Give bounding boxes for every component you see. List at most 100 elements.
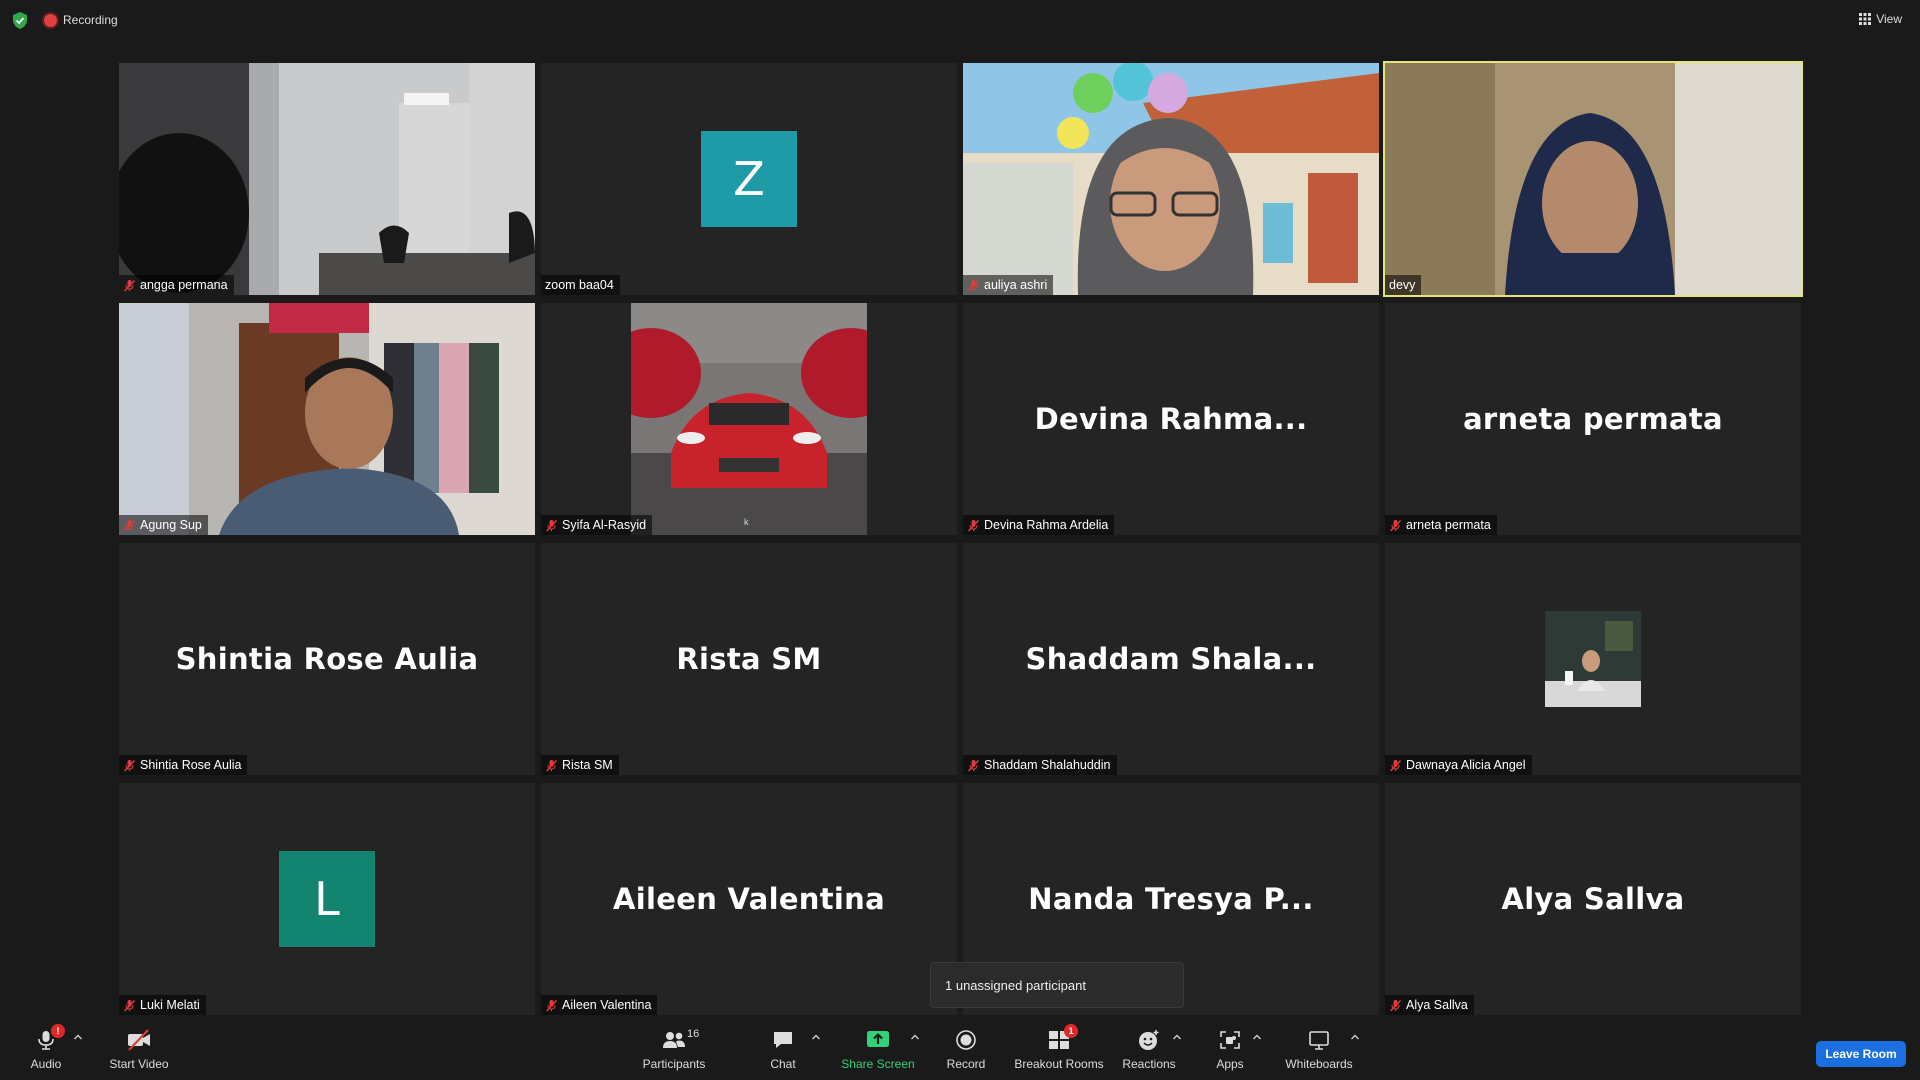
microphone-icon: ! <box>33 1023 65 1052</box>
participant-name: zoom baa04 <box>545 278 614 292</box>
breakout-rooms-button[interactable]: 1 Breakout Rooms <box>1012 1018 1106 1080</box>
participant-name-tag: Luki Melati <box>119 995 206 1015</box>
reactions-options-caret-icon[interactable] <box>1172 1032 1182 1042</box>
whiteboards-label: Whiteboards <box>1285 1056 1353 1071</box>
reactions-label: Reactions <box>1122 1056 1176 1071</box>
participant-video <box>963 63 1379 295</box>
participant-name: Shintia Rose Aulia <box>140 758 242 772</box>
participant-avatar: L <box>279 851 375 947</box>
participant-tile[interactable]: Shintia Rose Aulia Shintia Rose Aulia <box>119 543 535 775</box>
participant-count: 16 <box>687 1027 700 1040</box>
record-button[interactable]: Record <box>942 1018 990 1080</box>
view-button[interactable]: View <box>1859 12 1902 26</box>
participant-name: Alya Sallva <box>1406 998 1468 1012</box>
participant-video <box>119 63 535 295</box>
participant-name-tag: Dawnaya Alicia Angel <box>1385 755 1532 775</box>
apps-options-caret-icon[interactable] <box>1252 1032 1262 1042</box>
unassigned-participant-popup[interactable]: 1 unassigned participant <box>930 962 1184 1008</box>
participant-name-tag: devy <box>1385 275 1422 295</box>
share-screen-icon <box>865 1028 891 1052</box>
participant-profile-picture <box>1545 611 1641 707</box>
participant-name-tag: arneta permata <box>1385 515 1497 535</box>
participant-video <box>1385 63 1801 295</box>
participant-display-name: arneta permata <box>1463 402 1723 436</box>
participant-tile[interactable]: auliya ashri <box>963 63 1379 295</box>
grid-view-icon <box>1859 13 1872 25</box>
chat-options-caret-icon[interactable] <box>811 1032 821 1042</box>
participant-tile[interactable]: arneta permata arneta permata <box>1385 303 1801 535</box>
participant-name-tag: zoom baa04 <box>541 275 620 295</box>
participant-tile[interactable]: Rista SM Rista SM <box>541 543 957 775</box>
participant-tile[interactable]: L Luki Melati <box>119 783 535 1015</box>
participant-tile[interactable]: Agung Sup <box>119 303 535 535</box>
microphone-muted-icon <box>1389 759 1402 771</box>
record-dot-icon <box>44 13 57 27</box>
breakout-rooms-badge: 1 <box>1064 1023 1078 1038</box>
whiteboards-options-caret-icon[interactable] <box>1350 1032 1360 1042</box>
smiley-icon <box>1136 1028 1162 1052</box>
apps-label: Apps <box>1216 1056 1244 1071</box>
audio-button[interactable]: ! Audio <box>26 1018 66 1080</box>
apps-icon <box>1217 1028 1243 1052</box>
security-shield-icon[interactable] <box>12 12 28 29</box>
participant-tile-active-speaker[interactable]: devy <box>1383 61 1803 297</box>
leave-room-button[interactable]: Leave Room <box>1816 1041 1906 1067</box>
participant-tile[interactable]: Devina Rahma... Devina Rahma Ardelia <box>963 303 1379 535</box>
chat-button[interactable]: Chat <box>763 1018 803 1080</box>
participant-name: auliya ashri <box>984 278 1048 292</box>
gallery-grid: angga permana Z zoom baa04 auliya ashri … <box>119 61 1803 1015</box>
participant-display-name: Shaddam Shala... <box>1025 642 1317 676</box>
participants-icon: 16 <box>661 1028 699 1052</box>
microphone-muted-icon <box>967 759 980 771</box>
audio-warning-badge: ! <box>51 1023 65 1038</box>
apps-button[interactable]: Apps <box>1210 1018 1250 1080</box>
participant-name: Luki Melati <box>140 998 200 1012</box>
microphone-muted-icon <box>545 759 558 771</box>
microphone-muted-icon <box>1389 519 1402 531</box>
reactions-button[interactable]: Reactions <box>1120 1018 1178 1080</box>
participant-tile[interactable]: Alya Sallva Alya Sallva <box>1385 783 1801 1015</box>
participant-avatar: Z <box>701 131 797 227</box>
participant-tile[interactable]: k Syifa Al-Rasyid <box>541 303 957 535</box>
microphone-muted-icon <box>967 279 980 291</box>
participant-name-tag: Aileen Valentina <box>541 995 658 1015</box>
video-off-icon <box>126 1028 152 1052</box>
participant-display-name: Rista SM <box>676 642 822 676</box>
popup-text: 1 unassigned participant <box>945 977 1086 993</box>
participant-display-name: Alya Sallva <box>1501 882 1685 916</box>
participant-name: Syifa Al-Rasyid <box>562 518 647 532</box>
participant-name-tag: Syifa Al-Rasyid <box>541 515 653 535</box>
participant-tile[interactable]: Z zoom baa04 <box>541 63 957 295</box>
top-bar: Recording View <box>0 0 1920 40</box>
participant-tile[interactable]: Shaddam Shala... Shaddam Shalahuddin <box>963 543 1379 775</box>
recording-indicator[interactable]: Recording <box>44 12 118 28</box>
participant-name-tag: Agung Sup <box>119 515 208 535</box>
whiteboard-icon <box>1306 1028 1332 1052</box>
participant-profile-picture <box>631 303 867 535</box>
audio-options-caret-icon[interactable] <box>73 1032 83 1042</box>
microphone-muted-icon <box>967 519 980 531</box>
share-options-caret-icon[interactable] <box>910 1032 920 1042</box>
recording-label: Recording <box>63 13 118 27</box>
picture-caption: k <box>744 517 749 527</box>
participant-tile[interactable]: angga permana <box>119 63 535 295</box>
share-screen-button[interactable]: Share Screen <box>838 1018 918 1080</box>
participant-tile[interactable]: Dawnaya Alicia Angel <box>1385 543 1801 775</box>
participant-name-tag: Rista SM <box>541 755 619 775</box>
whiteboards-button[interactable]: Whiteboards <box>1282 1018 1356 1080</box>
participants-button[interactable]: 16 Participants <box>636 1018 712 1080</box>
breakout-rooms-icon: 1 <box>1046 1023 1078 1052</box>
participant-name: devy <box>1389 278 1416 292</box>
view-label: View <box>1876 12 1902 26</box>
meeting-toolbar: ! Audio Start Video 16 Participants Chat… <box>0 1018 1920 1080</box>
record-icon <box>953 1028 979 1052</box>
participant-display-name: Devina Rahma... <box>1034 402 1308 436</box>
breakout-rooms-label: Breakout Rooms <box>1014 1056 1104 1071</box>
participant-name: Agung Sup <box>140 518 202 532</box>
microphone-muted-icon <box>123 279 136 291</box>
participant-display-name: Shintia Rose Aulia <box>175 642 479 676</box>
chat-bubble-icon <box>770 1028 796 1052</box>
participant-name: Devina Rahma Ardelia <box>984 518 1109 532</box>
start-video-button[interactable]: Start Video <box>104 1018 174 1080</box>
participant-tile[interactable]: Aileen Valentina Aileen Valentina <box>541 783 957 1015</box>
